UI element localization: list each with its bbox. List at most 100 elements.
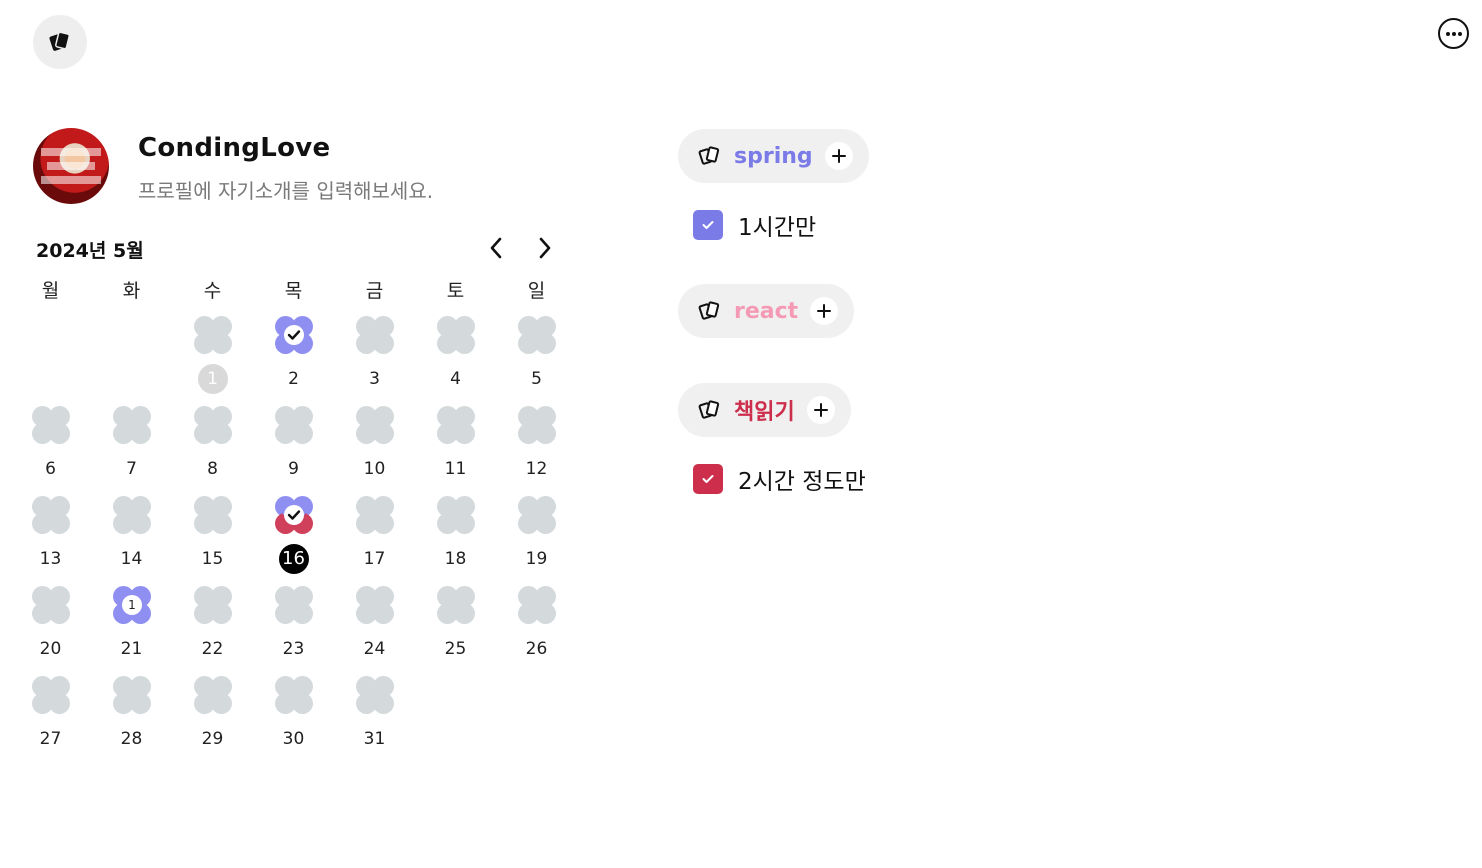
todo-text[interactable]: 1시간만 <box>738 208 816 242</box>
day-number: 25 <box>444 639 467 659</box>
check-icon <box>702 221 714 229</box>
calendar-day-25[interactable]: 25 <box>415 586 496 676</box>
day-number: 3 <box>369 369 380 389</box>
calendar-day-12[interactable]: 12 <box>496 406 577 496</box>
weekday-label: 금 <box>365 280 384 302</box>
day-number: 16 <box>253 544 334 574</box>
calendar-day-23[interactable]: 23 <box>253 586 334 676</box>
day-number: 23 <box>282 639 305 659</box>
calendar-day-28[interactable]: 28 <box>91 676 172 766</box>
day-number: 6 <box>45 459 56 479</box>
calendar-day-17[interactable]: 17 <box>334 496 415 586</box>
day-number: 12 <box>525 459 548 479</box>
clover-icon <box>437 586 475 624</box>
calendar-day-1[interactable]: 1 <box>172 316 253 406</box>
weekday-label: 토 <box>446 280 465 302</box>
goal-chip-책읽기[interactable]: 책읽기 <box>678 383 851 437</box>
calendar-day-22[interactable]: 22 <box>172 586 253 676</box>
day-number: 10 <box>363 459 386 479</box>
clover-icon <box>194 676 232 714</box>
day-number: 24 <box>363 639 386 659</box>
todo-item[interactable]: 1시간만 <box>693 208 816 242</box>
calendar-day-4[interactable]: 4 <box>415 316 496 406</box>
check-icon <box>287 510 301 520</box>
calendar-day-29[interactable]: 29 <box>172 676 253 766</box>
plus-icon <box>831 149 846 163</box>
calendar-day-18[interactable]: 18 <box>415 496 496 586</box>
next-month-button[interactable] <box>531 234 559 262</box>
profile-bio[interactable]: 프로필에 자기소개를 입력해보세요. <box>138 175 433 204</box>
goal-name: 책읽기 <box>734 400 795 425</box>
day-number: 1 <box>172 364 253 394</box>
calendar-day-31[interactable]: 31 <box>334 676 415 766</box>
clover-icon <box>32 496 70 534</box>
day-number: 17 <box>363 549 386 569</box>
cards-icon <box>49 31 70 51</box>
day-number: 5 <box>531 369 542 389</box>
calendar-day-9[interactable]: 9 <box>253 406 334 496</box>
calendar-day-15[interactable]: 15 <box>172 496 253 586</box>
more-horizontal-icon <box>1445 31 1462 36</box>
calendar-day-27[interactable]: 27 <box>10 676 91 766</box>
calendar-day-11[interactable]: 11 <box>415 406 496 496</box>
calendar-day-14[interactable]: 14 <box>91 496 172 586</box>
clover-icon <box>194 406 232 444</box>
day-number: 7 <box>126 459 137 479</box>
calendar-day-24[interactable]: 24 <box>334 586 415 676</box>
calendar-day-7[interactable]: 7 <box>91 406 172 496</box>
todo-item[interactable]: 2시간 정도만 <box>693 462 866 496</box>
day-number: 31 <box>363 729 386 749</box>
day-number: 26 <box>525 639 548 659</box>
check-icon <box>287 330 301 340</box>
day-number: 18 <box>444 549 467 569</box>
calendar-day-20[interactable]: 20 <box>10 586 91 676</box>
clover-icon <box>194 586 232 624</box>
clover-icon: 1 <box>113 586 151 624</box>
day-number: 13 <box>39 549 62 569</box>
todo-checkbox[interactable] <box>693 210 723 240</box>
calendar-day-2[interactable]: 2 <box>253 316 334 406</box>
calendar-day-13[interactable]: 13 <box>10 496 91 586</box>
add-todo-button[interactable] <box>806 396 835 424</box>
day-number: 9 <box>288 459 299 479</box>
clover-icon <box>356 316 394 354</box>
day-number: 29 <box>201 729 224 749</box>
prev-month-button[interactable] <box>482 234 510 262</box>
todo-checkbox[interactable] <box>693 464 723 494</box>
calendar-day-21[interactable]: 1 21 <box>91 586 172 676</box>
goal-chip-react[interactable]: react <box>678 284 855 338</box>
day-number: 21 <box>120 639 143 659</box>
todo-text[interactable]: 2시간 정도만 <box>738 462 866 496</box>
calendar-day-26[interactable]: 26 <box>496 586 577 676</box>
day-number: 15 <box>201 549 224 569</box>
day-number: 22 <box>201 639 224 659</box>
calendar-day-8[interactable]: 8 <box>172 406 253 496</box>
chevron-left-icon <box>490 237 502 259</box>
add-todo-button[interactable] <box>810 297 839 325</box>
calendar-day-6[interactable]: 6 <box>10 406 91 496</box>
goal-chip-spring[interactable]: spring <box>678 129 869 183</box>
add-todo-button[interactable] <box>824 142 853 170</box>
weekday-label: 월 <box>41 280 60 302</box>
day-number: 2 <box>288 369 299 389</box>
app-home-button[interactable] <box>33 15 87 69</box>
plus-icon <box>813 403 828 417</box>
calendar-day-10[interactable]: 10 <box>334 406 415 496</box>
plus-icon <box>817 304 832 318</box>
clover-icon <box>518 406 556 444</box>
clover-icon <box>32 406 70 444</box>
day-number: 8 <box>207 459 218 479</box>
calendar-day-30[interactable]: 30 <box>253 676 334 766</box>
calendar-day-16[interactable]: 16 <box>253 496 334 586</box>
cards-outline-icon <box>698 146 720 165</box>
day-number: 20 <box>39 639 62 659</box>
clover-icon <box>275 676 313 714</box>
more-options-button[interactable] <box>1438 18 1469 49</box>
calendar-day-3[interactable]: 3 <box>334 316 415 406</box>
day-number: 14 <box>120 549 143 569</box>
calendar-day-5[interactable]: 5 <box>496 316 577 406</box>
calendar-day-19[interactable]: 19 <box>496 496 577 586</box>
clover-icon <box>113 676 151 714</box>
avatar[interactable] <box>33 128 109 204</box>
goal-name: spring <box>734 143 813 169</box>
